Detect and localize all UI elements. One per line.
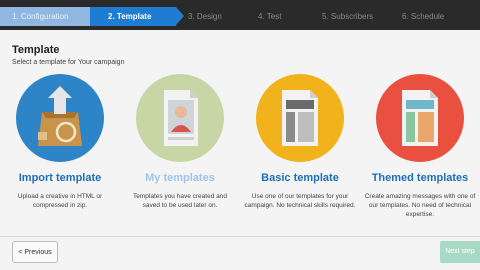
wizard-steps: 1. Configuration 2. Template 3. Design 4… — [0, 0, 480, 40]
next-step-button[interactable]: Next step — [440, 241, 480, 263]
profile-document-icon — [164, 90, 198, 146]
step-template[interactable]: 2. Template — [90, 7, 176, 26]
step-configuration[interactable]: 1. Configuration — [0, 7, 95, 26]
my-templates-title[interactable]: My templates — [120, 172, 240, 184]
themed-templates-description: Create amazing messages with one of our … — [364, 193, 476, 218]
template-page: Template Select a template for Your camp… — [0, 30, 480, 270]
page-title: Template — [12, 44, 60, 56]
option-basic-template[interactable]: Basic template Use one of our templates … — [240, 74, 360, 224]
my-templates-description: Templates you have created and saved to … — [133, 193, 227, 209]
step-schedule-campaign[interactable]: 6. Schedule campaign — [390, 7, 480, 40]
upload-box-icon — [38, 86, 82, 146]
themed-templates-title[interactable]: Themed templates — [360, 172, 480, 184]
basic-template-description: Use one of our templates for your campai… — [244, 193, 356, 209]
page-subtitle: Select a template for Your campaign — [12, 59, 125, 66]
themed-templates-circle — [376, 74, 464, 162]
import-template-circle — [16, 74, 104, 162]
option-my-templates[interactable]: My templates Templates you have created … — [120, 74, 240, 224]
option-import-template[interactable]: Import template Upload a creative in HTM… — [0, 74, 120, 224]
themed-layout-icon — [402, 90, 438, 146]
option-themed-templates[interactable]: Themed templates Create amazing messages… — [360, 74, 480, 224]
import-template-title[interactable]: Import template — [0, 172, 120, 184]
basic-template-title[interactable]: Basic template — [240, 172, 360, 184]
step-design[interactable]: 3. Design — [176, 7, 246, 26]
import-template-description: Upload a creative in HTML or compressed … — [17, 193, 103, 209]
step-test[interactable]: 4. Test — [246, 7, 310, 26]
footer-divider — [0, 236, 480, 237]
basic-template-circle — [256, 74, 344, 162]
previous-button[interactable]: < Previous — [12, 241, 58, 263]
my-templates-circle — [136, 74, 224, 162]
layout-document-icon — [282, 90, 318, 146]
step-subscribers[interactable]: 5. Subscribers — [310, 7, 392, 26]
